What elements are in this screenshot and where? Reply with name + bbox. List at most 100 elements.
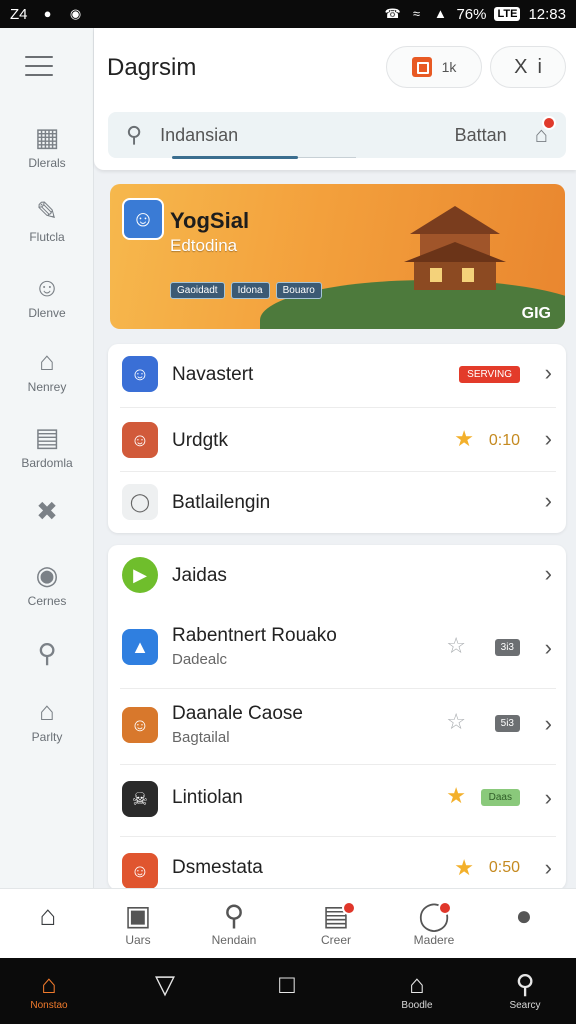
featured-banner[interactable]: ☺ YogSial Edtodina Gaoidadt Idona Bouaro… (110, 184, 565, 329)
people-icon: ☺ (33, 272, 61, 302)
nav-home[interactable]: ⌂ Nonstao (14, 968, 84, 1011)
sidebar-item-4[interactable]: ⌂ Nenrey (0, 346, 94, 394)
app-name: Jaidas (172, 565, 227, 586)
sidebar: ▦ Dlerals ✎ Flutcla ☺ Dlenve ⌂ Nenrey ▤ … (0, 28, 94, 888)
tab-uars[interactable]: ▣ Uars (98, 899, 178, 947)
banner-logo: GIG (521, 305, 551, 322)
play-icon: ▶ (122, 557, 158, 593)
search-tab-secondary[interactable]: Battan (455, 125, 507, 146)
star-outline-icon[interactable]: ☆ (446, 709, 466, 735)
search-icon: ⚲ (126, 122, 143, 147)
star-icon[interactable]: ★ (454, 426, 474, 452)
sidebar-item-label: Cernes (27, 594, 67, 608)
chat-icon: ◯ (394, 899, 474, 933)
house-icon: ⌂ (39, 346, 55, 376)
pill-label: 1k (441, 59, 457, 75)
star-icon[interactable]: ★ (454, 855, 474, 881)
sidebar-item-label: Dlenve (28, 306, 66, 320)
chevron-right-icon: › (544, 785, 552, 810)
notification-icon: ● (43, 6, 52, 21)
chevron-right-icon: › (544, 360, 552, 385)
notification-house-icon[interactable]: ⌂ (535, 116, 556, 148)
tab-madere[interactable]: ◯ Madere (394, 899, 474, 947)
sidebar-item-2[interactable]: ✎ Flutcla (0, 196, 94, 244)
nav-back[interactable]: ▽ (130, 968, 200, 1000)
time-label: 0:50 (488, 859, 520, 876)
home-badge-icon: ⌂ (39, 696, 55, 726)
action-pill-button[interactable]: 1k (386, 46, 482, 88)
tab-divider (298, 157, 356, 158)
sidebar-item-5[interactable]: ▤ Bardomla (0, 422, 94, 470)
list-item[interactable]: ◯ Batlailengin › (108, 472, 566, 532)
list-item[interactable]: ☺ Urdgtk ★ 0:10 › (108, 408, 566, 472)
person-search-icon: ⚲ (515, 969, 535, 999)
battery-icon: LTE (494, 7, 521, 21)
sidebar-item-8[interactable]: ⚲ (0, 638, 94, 672)
tab-home[interactable]: ⌂ (8, 899, 88, 933)
sidebar-item-9[interactable]: ⌂ Parlty (0, 696, 94, 744)
app-status-icon: ◉ (69, 6, 82, 21)
menu-icon[interactable] (25, 56, 53, 76)
search-tab-active[interactable]: Indansian (160, 125, 238, 146)
signal-icon: ▲ (434, 6, 447, 21)
list-item[interactable]: ▶ Jaidas › (108, 545, 566, 607)
status-left-text: Z4 (10, 5, 28, 23)
pencil-icon: ✎ (36, 196, 58, 226)
list-item[interactable]: ☠ Lintiolan ★ Daas › (108, 765, 566, 837)
photo-icon: ▣ (124, 900, 152, 931)
count-badge: 3i3 (494, 639, 520, 656)
app-icon: ☺ (122, 356, 158, 392)
search-bar[interactable]: ⚲ Indansian Battan ⌂ (108, 112, 566, 158)
list-item[interactable]: ☺ Daanale Caose Bagtailal ☆ 5i3 › (108, 689, 566, 765)
document-icon: ▤ (34, 422, 60, 452)
chevron-right-icon: › (544, 488, 552, 513)
sidebar-item-label: Flutcla (29, 230, 65, 244)
app-name: Dsmestata (172, 857, 263, 878)
sidebar-item-7[interactable]: ◉ Cernes (0, 560, 94, 608)
list-item[interactable]: ▲ Rabentnert Rouako Dadealc ☆ 3i3 › (108, 607, 566, 689)
app-name: Navastert (172, 364, 254, 385)
star-outline-icon[interactable]: ☆ (446, 633, 466, 659)
nav-search[interactable]: ⚲ Searcy (490, 968, 560, 1011)
square-icon: □ (279, 969, 295, 999)
sidebar-item-3[interactable]: ☺ Dlenve (0, 272, 94, 320)
close-pill-button[interactable]: X i (490, 46, 566, 88)
list-icon: ▤ (296, 899, 376, 933)
profile-icon: ● (515, 900, 533, 931)
tab-label: Nendain (211, 933, 257, 947)
header: Dagrsim 1k X i ⚲ Indansian Battan ⌂ (94, 28, 576, 170)
camera-icon: ◉ (35, 560, 59, 590)
tab-label: Creer (320, 933, 351, 947)
home-icon: ⌂ (39, 900, 57, 931)
bottom-tab-bar: ⌂ ▣ Uars ⚲ Nendain ▤ Creer ◯ Madere ● (0, 888, 576, 958)
app-subtitle: Dadealc (172, 651, 228, 668)
nav-boodle[interactable]: ⌂ Boodle (382, 968, 452, 1011)
nav-overview[interactable]: □ (252, 968, 322, 1000)
count-badge: Daas (480, 789, 520, 806)
info-icon: i (537, 55, 542, 78)
tab-nendain[interactable]: ⚲ Nendain (194, 899, 274, 947)
banner-avatar-icon: ☺ (122, 198, 164, 240)
chevron-right-icon: › (544, 635, 552, 660)
star-icon[interactable]: ★ (446, 783, 466, 809)
tab-creer[interactable]: ▤ Creer (296, 899, 376, 947)
sidebar-item-1[interactable]: ▦ Dlerals (0, 122, 94, 170)
search-icon: ⚲ (37, 638, 57, 668)
sidebar-item-label: Bardomla (21, 456, 73, 470)
tab-profile[interactable]: ● (484, 899, 564, 933)
sidebar-item-6[interactable]: ✖ (0, 496, 94, 530)
app-icon: ▲ (122, 629, 158, 665)
list-item[interactable]: ☺ Dsmestata ★ 0:50 › (108, 837, 566, 890)
list-item[interactable]: ☺ Navastert SERVING › (108, 344, 566, 408)
app-icon: ☠ (122, 781, 158, 817)
banner-chip[interactable]: Idona (230, 282, 270, 299)
banner-chip[interactable]: Gaoidadt (170, 282, 225, 299)
tools-icon: ✖ (36, 496, 58, 526)
app-icon: ☺ (122, 707, 158, 743)
banner-chip[interactable]: Bouaro (275, 282, 322, 299)
status-badge: SERVING (459, 366, 520, 383)
page-title: Dagrsim (107, 54, 197, 81)
banner-title: YogSial (170, 208, 250, 233)
sidebar-item-label: Dlerals (28, 156, 66, 170)
record-icon (411, 57, 432, 77)
